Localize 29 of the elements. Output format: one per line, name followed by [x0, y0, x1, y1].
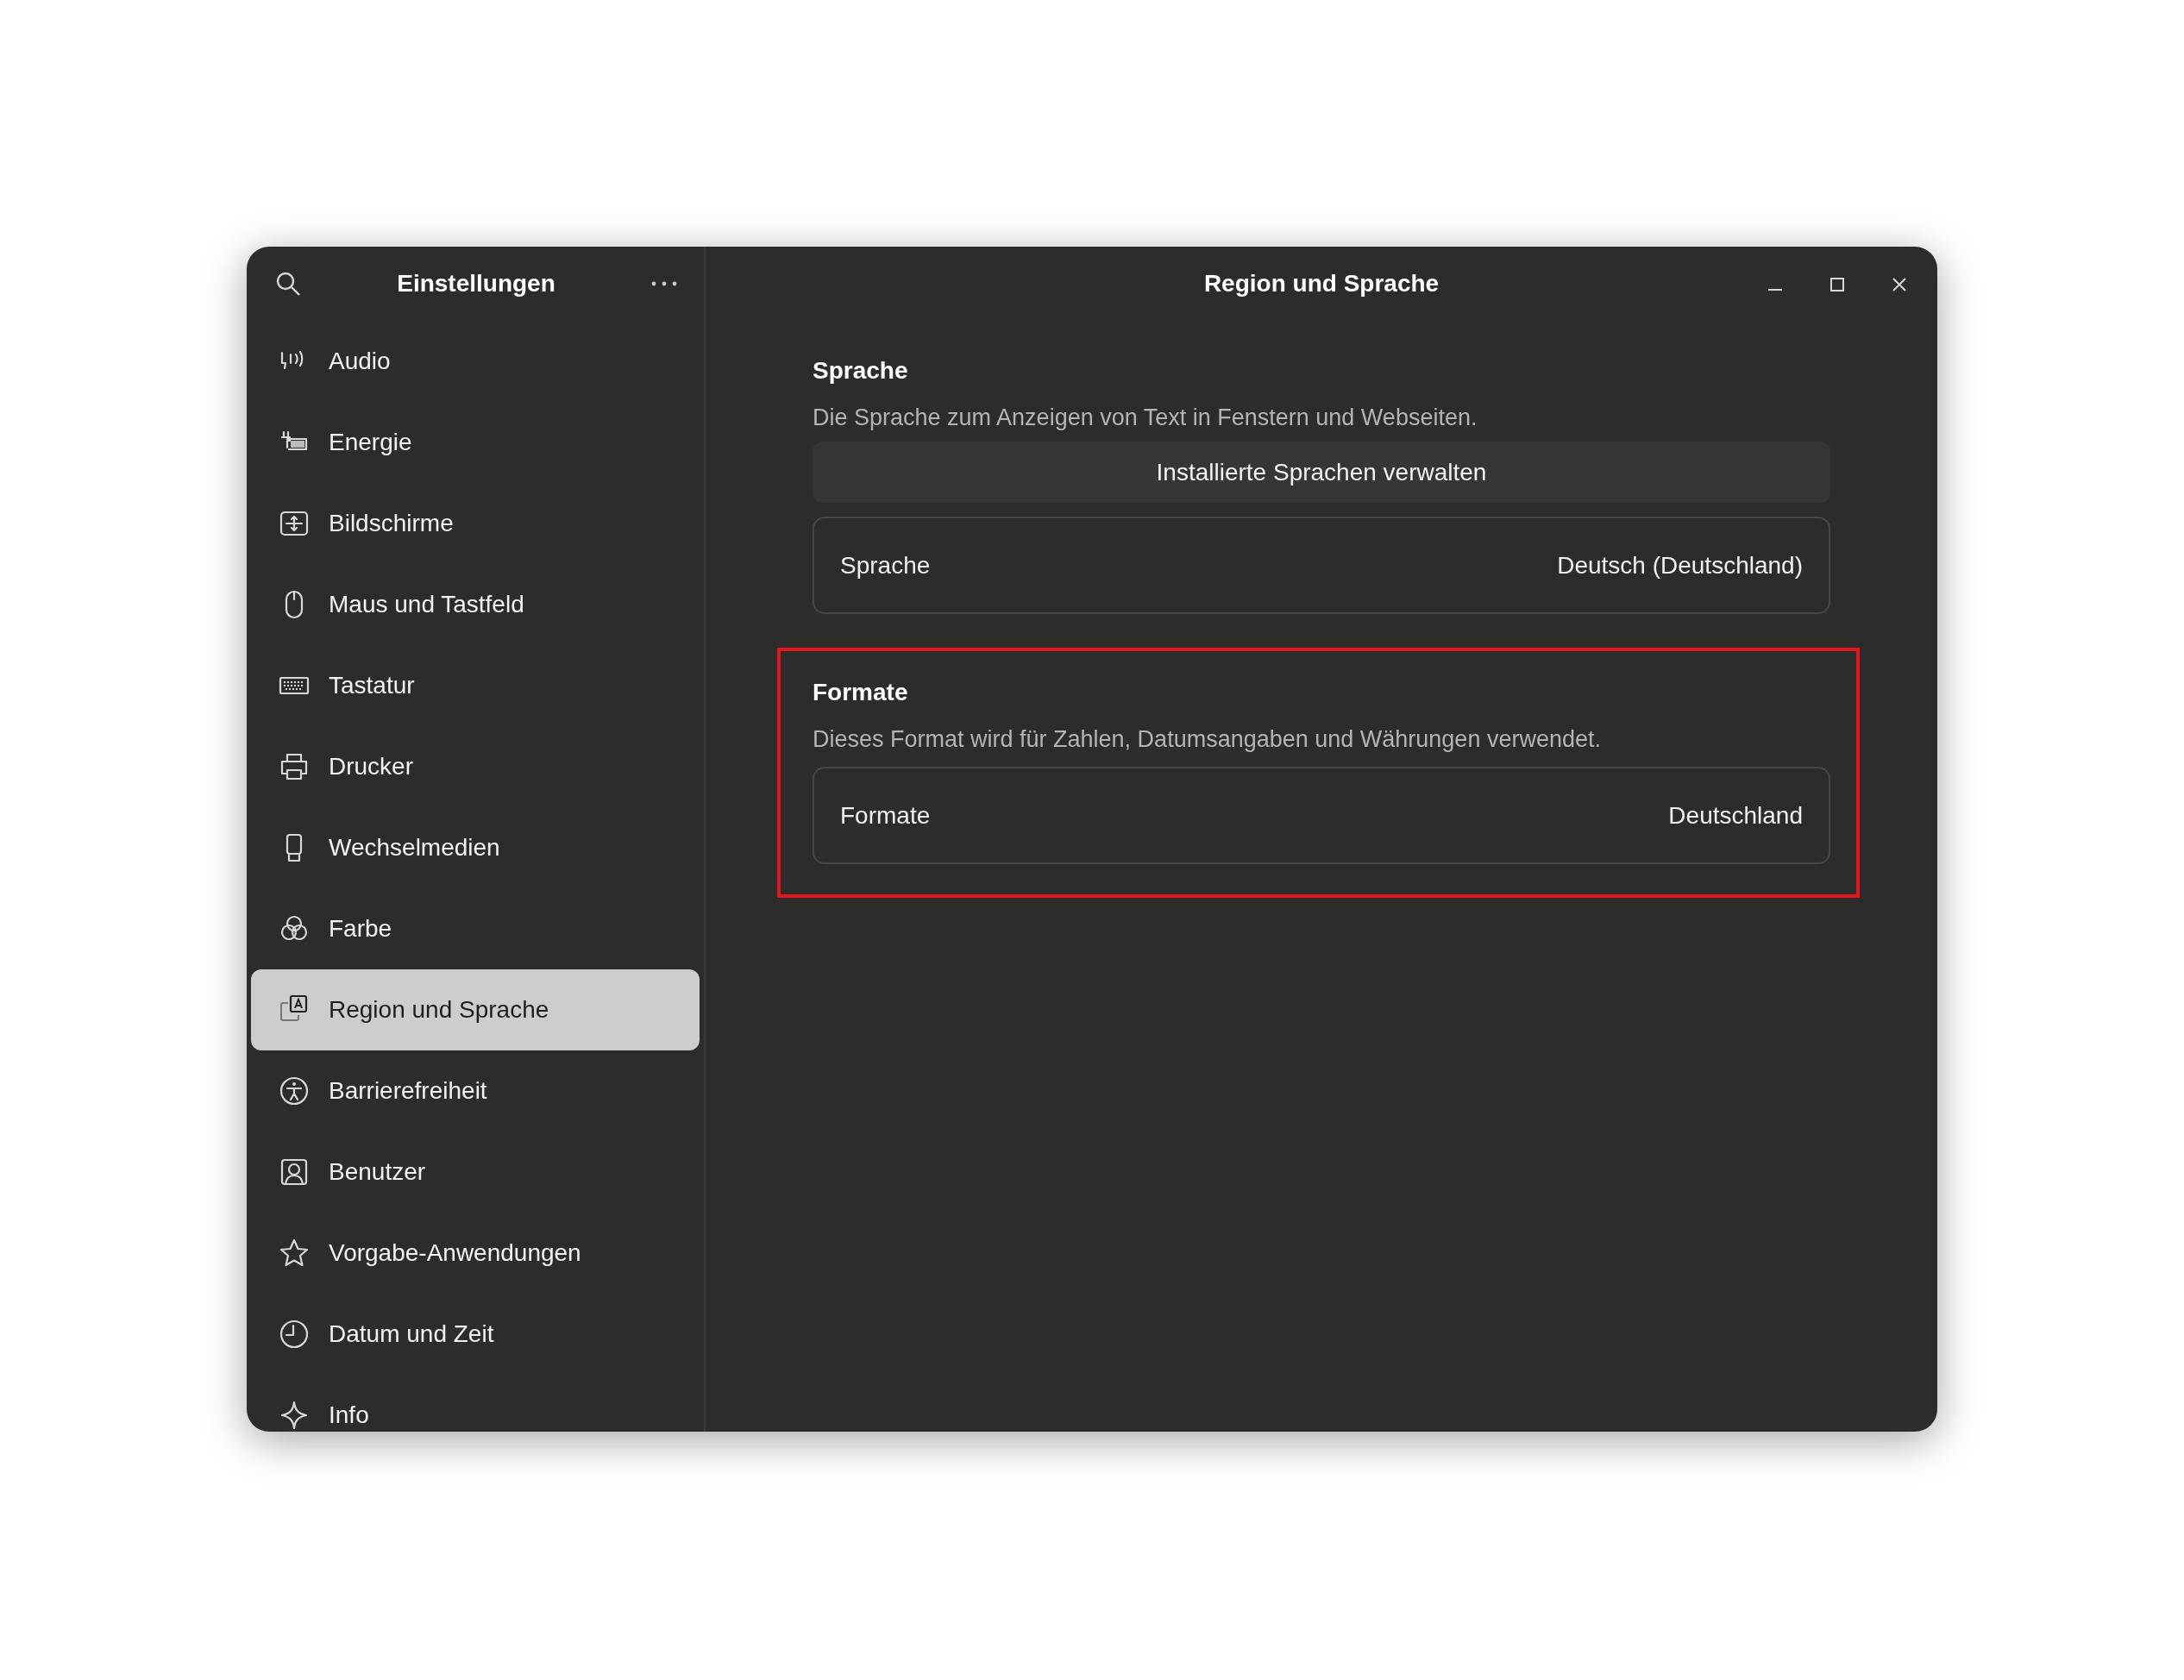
sidebar-item[interactable]: Farbe: [251, 888, 700, 969]
sidebar-item[interactable]: Bildschirme: [251, 483, 700, 564]
page-title: Region und Sprache: [1203, 270, 1440, 298]
sidebar-item[interactable]: Drucker: [251, 726, 700, 807]
sidebar-item[interactable]: Wechselmedien: [251, 807, 700, 888]
sidebar-item[interactable]: Info: [251, 1375, 700, 1432]
search-icon[interactable]: [274, 270, 302, 298]
sidebar-item[interactable]: Datum und Zeit: [251, 1294, 700, 1375]
more-options-icon[interactable]: [650, 279, 678, 288]
setting-label: Sprache: [840, 551, 931, 580]
setting-value: Deutsch (Deutschland): [1557, 551, 1803, 580]
setting-label: Formate: [840, 801, 931, 830]
sidebar-item[interactable]: Vorgabe-Anwendungen: [251, 1213, 700, 1294]
sidebar-item[interactable]: Energie: [251, 402, 700, 483]
section-heading: Sprache: [813, 356, 909, 386]
setting-row[interactable]: Sprache Deutsch (Deutschland): [813, 517, 1830, 614]
setting-value: Deutschland: [1668, 801, 1803, 830]
sidebar-item[interactable]: Region und Sprache: [251, 969, 700, 1050]
sidebar-item[interactable]: Benutzer: [251, 1131, 700, 1213]
sidebar-item[interactable]: Barrierefreiheit: [251, 1050, 700, 1131]
setting-row[interactable]: Formate Deutschland: [813, 767, 1830, 864]
sidebar-item[interactable]: Audio: [251, 321, 700, 402]
section-description: Die Sprache zum Anzeigen von Text in Fenstern und Webseiten.: [813, 404, 1478, 432]
manage-languages-button[interactable]: Installierte Sprachen verwalten: [813, 442, 1830, 503]
sidebar-title: Einstellungen: [397, 270, 555, 298]
section-description: Dieses Format wird für Zahlen, Datumsangaben und Währungen verwendet.: [813, 725, 1602, 754]
sidebar-item[interactable]: Maus und Tastfeld: [251, 564, 700, 645]
sidebar-item[interactable]: Tastatur: [251, 645, 700, 726]
section-heading: Formate: [813, 678, 909, 707]
